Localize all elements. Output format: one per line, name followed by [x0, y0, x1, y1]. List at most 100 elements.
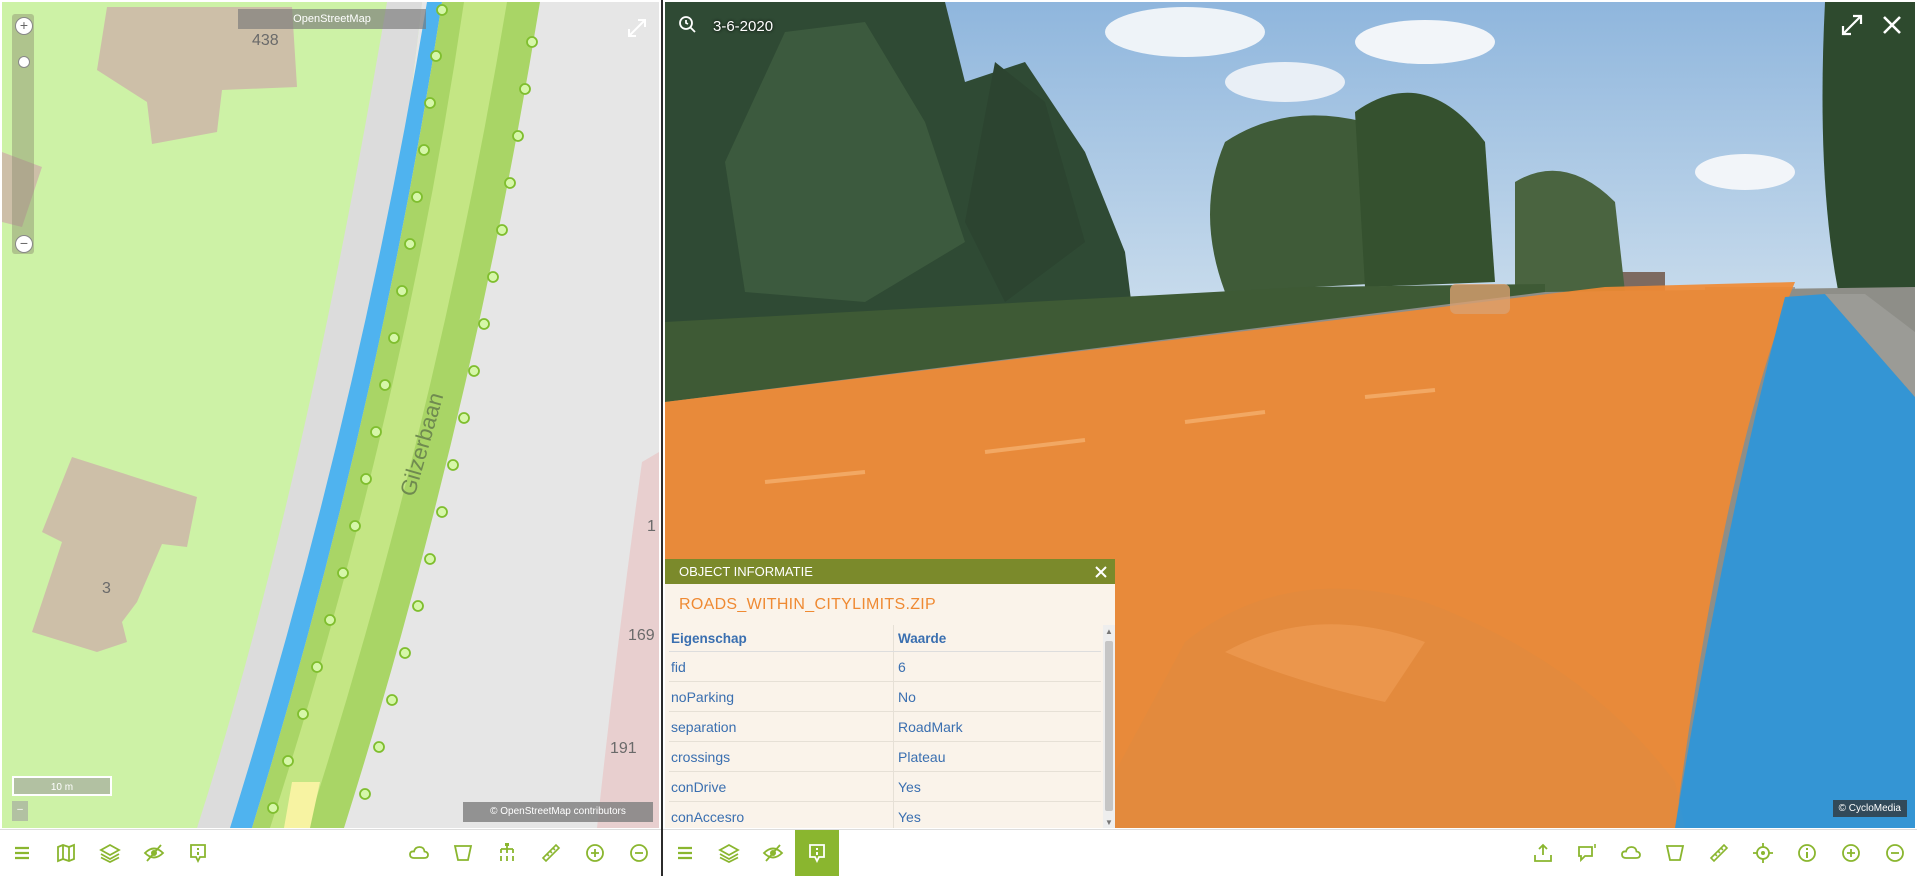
property-value: Plateau — [893, 741, 1101, 772]
locate-button[interactable] — [1741, 830, 1785, 876]
zoom-out-icon — [630, 844, 648, 862]
recording-date: 3-6-2020 — [713, 18, 774, 35]
object-info-panel: OBJECT INFORMATIE ROADS_WITHIN_CITYLIMIT… — [665, 559, 1115, 828]
expand-icon[interactable] — [626, 17, 648, 39]
table-row: noParking No — [669, 681, 1101, 712]
measure-icon — [541, 843, 561, 863]
zoom-out-toolbar-button[interactable] — [617, 830, 661, 876]
scrollbar-thumb[interactable] — [1105, 641, 1113, 811]
zoom-in-icon — [586, 844, 604, 862]
object-info-heading: OBJECT INFORMATIE — [679, 564, 813, 579]
panorama-pane: 3-6-2020 © CycloMedia OBJECT INFORMATIE … — [663, 0, 1917, 876]
cloud-icon — [409, 846, 429, 859]
info-button[interactable] — [1785, 830, 1829, 876]
property-key: separation — [669, 711, 894, 742]
property-value: Yes — [893, 771, 1101, 802]
object-info-table-wrap[interactable]: Eigenschap Waarde fid 6 noParking No sep… — [669, 625, 1101, 828]
info-pin-icon — [190, 844, 206, 864]
zoom-out-button[interactable]: − — [15, 235, 33, 253]
property-value: Yes — [893, 801, 1101, 828]
panorama-viewer[interactable]: 3-6-2020 © CycloMedia OBJECT INFORMATIE … — [665, 2, 1915, 828]
menu-button[interactable] — [0, 830, 44, 876]
object-info-header: OBJECT INFORMATIE — [665, 559, 1115, 584]
upload-button[interactable] — [1521, 830, 1565, 876]
comment-button[interactable] — [1565, 830, 1609, 876]
scroll-down-icon[interactable]: ▼ — [1103, 816, 1115, 828]
property-key: fid — [669, 651, 894, 682]
object-info-title: ROADS_WITHIN_CITYLIMITS.ZIP — [679, 596, 937, 613]
zoom-in-button[interactable]: + — [15, 17, 33, 35]
object-info-table: Eigenschap Waarde fid 6 noParking No sep… — [669, 625, 1101, 828]
tile-source-label: OpenStreetMap — [238, 9, 426, 29]
visibility-button[interactable] — [751, 830, 795, 876]
house-number: 169 — [628, 627, 655, 644]
object-info-scrollbar[interactable]: ▲ ▼ — [1103, 625, 1115, 828]
table-header-row: Eigenschap Waarde — [669, 625, 1101, 652]
property-value: RoadMark — [893, 711, 1101, 742]
layers-button[interactable] — [88, 830, 132, 876]
tree-button[interactable] — [485, 830, 529, 876]
map-canvas[interactable]: 438 3 1 169 191 Gilzerbaan OpenStreetMap… — [2, 2, 659, 828]
scale-toggle[interactable]: – — [12, 801, 28, 821]
map-attribution: © OpenStreetMap contributors — [463, 802, 653, 822]
upload-icon — [1534, 843, 1552, 862]
layers-icon — [99, 843, 121, 864]
table-row: crossings Plateau — [669, 741, 1101, 772]
property-value: 6 — [893, 651, 1101, 682]
property-key: crossings — [669, 741, 894, 772]
zoom-out-toolbar-button[interactable] — [1873, 830, 1917, 876]
fullscreen-icon[interactable] — [1839, 12, 1865, 38]
measure-icon — [1709, 843, 1729, 863]
measure-button[interactable] — [529, 830, 573, 876]
layers-icon — [718, 843, 740, 864]
locate-icon — [1753, 843, 1773, 863]
property-value: No — [893, 681, 1101, 712]
zoom-in-icon — [1842, 844, 1860, 862]
close-icon[interactable] — [1093, 564, 1109, 580]
house-number: 1 — [647, 518, 656, 535]
layers-button[interactable] — [707, 830, 751, 876]
polygon-button[interactable] — [441, 830, 485, 876]
table-row: separation RoadMark — [669, 711, 1101, 742]
object-info-button[interactable] — [795, 830, 839, 876]
scroll-up-icon[interactable]: ▲ — [1103, 625, 1115, 639]
map-pane: 438 3 1 169 191 Gilzerbaan OpenStreetMap… — [0, 0, 661, 876]
zoom-in-toolbar-button[interactable] — [573, 830, 617, 876]
zoom-slider[interactable]: + − — [12, 14, 34, 254]
menu-button[interactable] — [663, 830, 707, 876]
house-number: 3 — [102, 580, 111, 597]
measure-button[interactable] — [1697, 830, 1741, 876]
cloud-button[interactable] — [1609, 830, 1653, 876]
cloud-button[interactable] — [397, 830, 441, 876]
object-info-button[interactable] — [176, 830, 220, 876]
menu-icon — [678, 846, 692, 860]
map-toolbar — [0, 829, 661, 876]
map-tiles — [2, 2, 659, 828]
panorama-toolbar — [663, 829, 1917, 876]
zoom-slider-handle[interactable] — [18, 56, 30, 68]
house-number: 438 — [252, 32, 279, 49]
close-icon[interactable] — [1879, 12, 1905, 38]
property-key: conAccesro — [669, 801, 894, 828]
house-number: 191 — [610, 740, 637, 757]
tree-icon — [500, 843, 514, 861]
cloud-icon — [1621, 846, 1641, 859]
recording-date-icon — [679, 16, 696, 33]
map-button[interactable] — [44, 830, 88, 876]
zoom-out-icon — [1886, 844, 1904, 862]
zoom-in-toolbar-button[interactable] — [1829, 830, 1873, 876]
comment-icon — [1578, 844, 1596, 863]
table-row: conDrive Yes — [669, 771, 1101, 802]
info-icon — [1798, 844, 1816, 862]
scale-bar: 10 m — [12, 776, 112, 796]
visibility-off-icon — [762, 844, 784, 862]
visibility-off-icon — [143, 844, 165, 862]
property-key: noParking — [669, 681, 894, 712]
polygon-icon — [1665, 845, 1685, 861]
panorama-copyright: © CycloMedia — [1832, 800, 1907, 817]
polygon-button[interactable] — [1653, 830, 1697, 876]
table-row: fid 6 — [669, 651, 1101, 682]
info-pin-icon — [809, 844, 825, 864]
visibility-button[interactable] — [132, 830, 176, 876]
table-row: conAccesro Yes — [669, 801, 1101, 828]
